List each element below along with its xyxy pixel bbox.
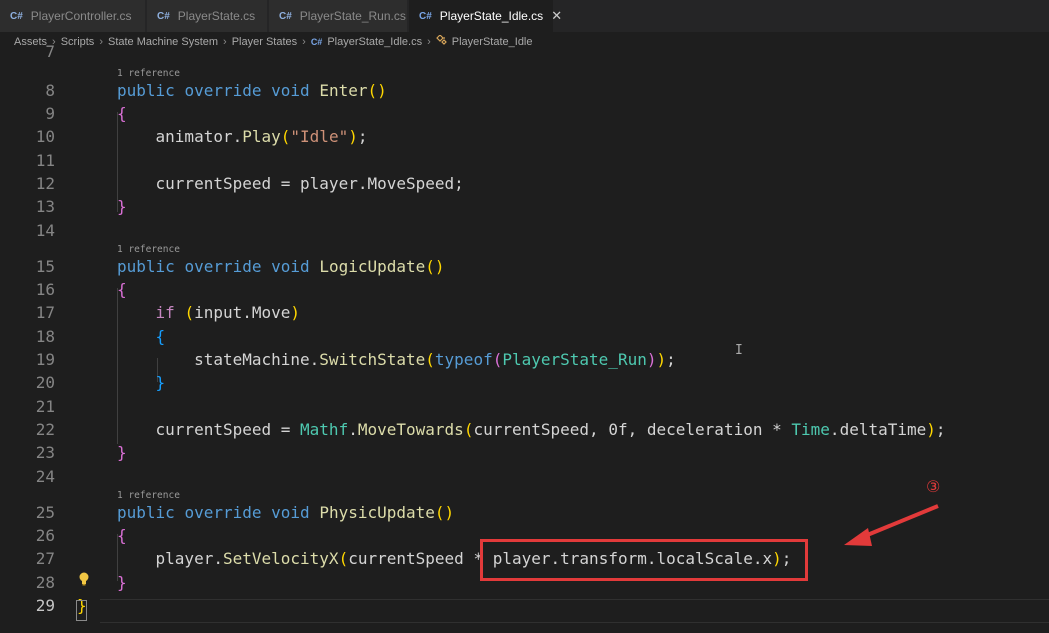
tab-player-state-idle[interactable]: C# PlayerState_Idle.cs ✕ (409, 0, 562, 32)
line-number: 28 (35, 573, 55, 592)
line-number: 29 (35, 596, 55, 615)
breadcrumb-class[interactable]: PlayerState_Idle (452, 36, 533, 48)
line-number: 7 (45, 42, 55, 61)
annotation-marker: ③ (926, 477, 941, 496)
line-number: 14 (35, 221, 55, 240)
line-number: 19 (35, 350, 55, 369)
bracket-match-highlight (76, 600, 87, 621)
tab-player-state[interactable]: C# PlayerState.cs (147, 0, 268, 32)
line-number: 20 (35, 373, 55, 392)
line-number: 17 (35, 303, 55, 322)
tab-label: PlayerState.cs (177, 9, 256, 23)
annotation-arrow-icon (844, 504, 939, 546)
line-number: 27 (35, 549, 55, 568)
line-number: 13 (35, 197, 55, 216)
code-lens-references[interactable]: 1 reference (117, 490, 180, 501)
lightbulb-icon[interactable] (78, 571, 90, 587)
code-line: currentSpeed = Mathf.MoveTowards(current… (155, 420, 946, 439)
tab-label: PlayerState_Idle.cs (439, 9, 544, 23)
code-line: public override void PhysicUpdate() (117, 503, 455, 522)
line-number: 21 (35, 397, 55, 416)
code-line: } (117, 573, 127, 592)
code-line: { (155, 327, 166, 346)
code-lens-references[interactable]: 1 reference (117, 68, 180, 79)
chevron-right-icon: › (99, 36, 103, 48)
chevron-right-icon: › (302, 36, 306, 48)
breadcrumb: Assets › Scripts › State Machine System … (0, 32, 1049, 52)
class-icon (435, 34, 448, 49)
code-line: stateMachine.SwitchState(typeof(PlayerSt… (194, 350, 676, 369)
breadcrumb-item[interactable]: Player States (232, 36, 297, 48)
code-editor[interactable]: 7 8 9 10 11 12 13 14 15 16 17 18 19 20 2… (0, 42, 1049, 633)
line-number: 22 (35, 420, 55, 439)
line-number: 24 (35, 467, 55, 486)
code-line: currentSpeed = player.MoveSpeed; (155, 174, 464, 193)
line-number: 10 (35, 127, 55, 146)
current-line-highlight (100, 599, 1049, 623)
close-icon[interactable]: ✕ (551, 8, 562, 24)
code-line: { (117, 280, 127, 299)
code-line: } (117, 197, 127, 216)
code-line: if (input.Move) (155, 303, 301, 322)
tab-label: PlayerState_Run.cs (299, 9, 406, 23)
annotation-highlight-box (480, 539, 808, 581)
line-number: 15 (35, 257, 55, 276)
code-line: public override void Enter() (117, 81, 387, 100)
csharp-file-icon: C# (310, 37, 323, 47)
csharp-file-icon: C# (157, 10, 170, 22)
line-number: 9 (45, 104, 55, 123)
code-lens-references[interactable]: 1 reference (117, 244, 180, 255)
tab-player-controller[interactable]: C# PlayerController.cs (0, 0, 146, 32)
tab-label: PlayerController.cs (30, 9, 132, 23)
chevron-right-icon: › (223, 36, 227, 48)
code-line: { (117, 526, 127, 545)
csharp-file-icon: C# (10, 10, 23, 22)
code-line: } (117, 443, 127, 462)
breadcrumb-item[interactable]: Scripts (61, 36, 95, 48)
line-number: 11 (35, 151, 55, 170)
chevron-right-icon: › (427, 36, 431, 48)
line-number: 23 (35, 443, 55, 462)
line-number: 12 (35, 174, 55, 193)
code-line: public override void LogicUpdate() (117, 257, 445, 276)
editor-tab-bar: C# PlayerController.cs C# PlayerState.cs… (0, 0, 1049, 32)
line-number: 18 (35, 327, 55, 346)
breadcrumb-file[interactable]: PlayerState_Idle.cs (327, 36, 422, 48)
csharp-file-icon: C# (279, 10, 292, 22)
line-number: 25 (35, 503, 55, 522)
code-line: { (117, 104, 127, 123)
text-cursor-icon: I (735, 343, 743, 358)
tab-player-state-run[interactable]: C# PlayerState_Run.cs (269, 0, 408, 32)
code-line: animator.Play("Idle"); (155, 127, 368, 146)
line-number: 16 (35, 280, 55, 299)
line-number: 26 (35, 526, 55, 545)
line-number: 8 (45, 81, 55, 100)
breadcrumb-item[interactable]: State Machine System (108, 36, 218, 48)
csharp-file-icon: C# (419, 10, 432, 22)
code-line: } (155, 373, 166, 392)
